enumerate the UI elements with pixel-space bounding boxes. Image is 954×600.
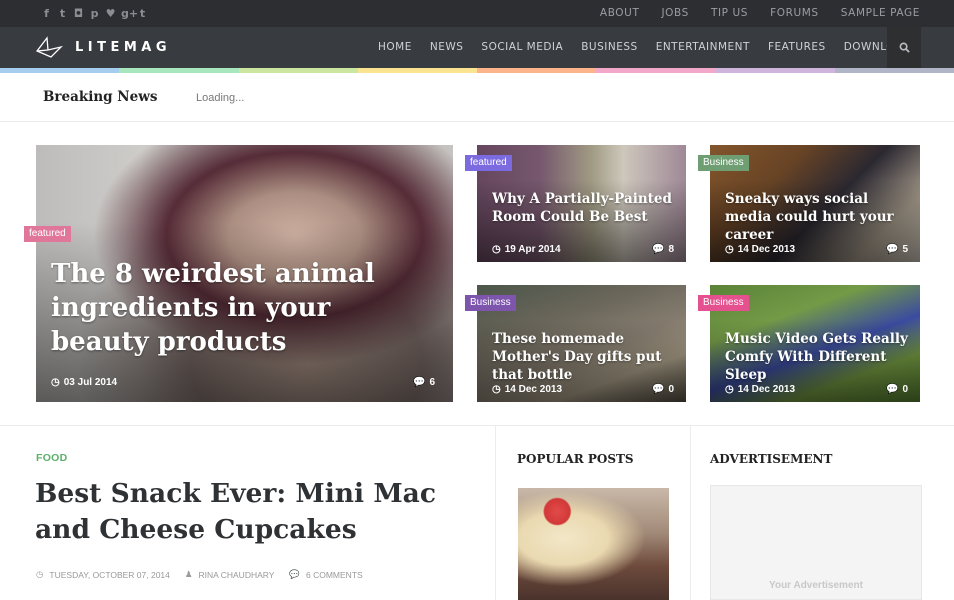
user-icon: ♟ [184, 569, 193, 579]
tile-title[interactable]: Music Video Gets Really Comfy With Diffe… [725, 330, 910, 384]
main-nav: HOME NEWS SOCIAL MEDIA BUSINESS ENTERTAI… [378, 41, 911, 53]
tile-comments[interactable]: 💬 6 [413, 377, 435, 388]
clock-icon: ◷ [725, 244, 734, 255]
comments-icon: 💬 [885, 384, 899, 395]
social-links: f t ◘ p ♥ g+ t [41, 7, 148, 20]
comments-icon: 💬 [651, 244, 665, 255]
breaking-news-bar: Breaking News Loading... [0, 73, 954, 122]
nav-item-business[interactable]: BUSINESS [581, 41, 637, 53]
featured-tile-main[interactable]: The 8 weirdest animal ingredients in you… [36, 145, 453, 402]
post-author-text: RINA CHAUDHARY [198, 569, 275, 580]
top-link-sample-page[interactable]: SAMPLE PAGE [841, 7, 920, 19]
tile-date-text: 14 Dec 2013 [737, 384, 796, 395]
top-bar: f t ◘ p ♥ g+ t ABOUT JOBS TIP US FORUMS … [0, 0, 954, 27]
tile-comments[interactable]: 💬 5 [886, 244, 908, 255]
tile-tag[interactable]: featured [465, 155, 512, 171]
tile-tag[interactable]: Business [698, 155, 749, 171]
post-title[interactable]: Best Snack Ever: Mini Mac and Cheese Cup… [35, 476, 475, 548]
nav-item-news[interactable]: NEWS [430, 41, 464, 53]
comments-icon: 💬 [289, 569, 301, 579]
top-link-about[interactable]: ABOUT [600, 7, 640, 19]
post-category[interactable]: FOOD [36, 452, 68, 464]
clock-icon: ◷ [492, 384, 501, 395]
tile-comments[interactable]: 💬 8 [652, 244, 674, 255]
twitter-icon[interactable]: t [57, 7, 68, 20]
comments-icon: 💬 [412, 377, 426, 388]
pinterest-icon[interactable]: p [89, 7, 100, 20]
popular-posts-title: POPULAR POSTS [517, 452, 634, 466]
advertisement-box[interactable]: Your Advertisement [710, 485, 922, 600]
tile-comments-count: 5 [902, 244, 908, 255]
top-link-tip-us[interactable]: TIP US [711, 7, 748, 19]
post-author[interactable]: ♟ RINA CHAUDHARY [185, 569, 275, 580]
tile-comments-count: 6 [429, 377, 435, 388]
advertisement-title: ADVERTISEMENT [710, 452, 833, 466]
tile-tag[interactable]: Business [465, 295, 516, 311]
clock-icon: ◷ [725, 384, 734, 395]
tile-title[interactable]: Sneaky ways social media could hurt your… [725, 190, 910, 244]
tile-comments[interactable]: 💬 0 [886, 384, 908, 395]
nav-item-home[interactable]: HOME [378, 41, 412, 53]
logo-text: LITEMAG [75, 39, 172, 55]
popular-post-image[interactable] [518, 488, 669, 600]
paper-plane-logo-icon [35, 36, 63, 58]
comments-icon: 💬 [651, 384, 665, 395]
nav-item-features[interactable]: FEATURES [768, 41, 826, 53]
tile-date-text: 14 Dec 2013 [737, 244, 796, 255]
tile-tag[interactable]: featured [24, 226, 71, 242]
column-divider [495, 425, 496, 600]
tile-date: ◷ 14 Dec 2013 [492, 384, 562, 395]
nav-item-social-media[interactable]: SOCIAL MEDIA [481, 41, 563, 53]
breaking-news-title: Breaking News [43, 89, 158, 105]
tile-date-text: 03 Jul 2014 [63, 377, 118, 388]
post-comments[interactable]: 💬 6 COMMENTS [289, 569, 362, 580]
tile-title[interactable]: Why A Partially-Painted Room Could Be Be… [492, 190, 677, 226]
tile-date-text: 14 Dec 2013 [504, 384, 563, 395]
tile-date: ◷ 19 Apr 2014 [492, 244, 561, 255]
facebook-icon[interactable]: f [41, 7, 52, 20]
post-meta: ◷ TUESDAY, OCTOBER 07, 2014 ♟ RINA CHAUD… [36, 569, 363, 580]
main-navbar: LITEMAG HOME NEWS SOCIAL MEDIA BUSINESS … [0, 27, 954, 68]
search-button[interactable] [887, 27, 921, 68]
google-plus-icon[interactable]: g+ [121, 7, 138, 20]
tile-comments[interactable]: 💬 0 [652, 384, 674, 395]
clock-icon: ◷ [492, 244, 501, 255]
tumblr-icon[interactable]: t [137, 7, 148, 20]
comments-icon: 💬 [885, 244, 899, 255]
tile-date: ◷ 14 Dec 2013 [725, 244, 795, 255]
clock-icon: ◷ [36, 569, 44, 579]
instagram-icon[interactable]: ◘ [73, 7, 84, 20]
tile-comments-count: 0 [668, 384, 674, 395]
advertisement-placeholder: Your Advertisement [769, 580, 863, 591]
search-icon [899, 42, 910, 53]
tile-date: ◷ 03 Jul 2014 [51, 377, 117, 388]
top-link-forums[interactable]: FORUMS [770, 7, 819, 19]
clock-icon: ◷ [51, 377, 60, 388]
tile-title[interactable]: These homemade Mother's Day gifts put th… [492, 330, 677, 384]
tile-tag[interactable]: Business [698, 295, 749, 311]
section-divider [0, 425, 954, 426]
post-date: ◷ TUESDAY, OCTOBER 07, 2014 [36, 569, 170, 580]
top-link-jobs[interactable]: JOBS [661, 7, 688, 19]
column-divider [690, 425, 691, 600]
tile-comments-count: 8 [668, 244, 674, 255]
site-logo[interactable]: LITEMAG [35, 36, 171, 58]
tile-date: ◷ 14 Dec 2013 [725, 384, 795, 395]
tile-comments-count: 0 [902, 384, 908, 395]
heart-icon[interactable]: ♥ [105, 7, 116, 20]
breaking-news-ticker[interactable]: Loading... [196, 92, 244, 104]
top-links: ABOUT JOBS TIP US FORUMS SAMPLE PAGE [600, 7, 920, 19]
nav-item-entertainment[interactable]: ENTERTAINMENT [656, 41, 750, 53]
tile-date-text: 19 Apr 2014 [504, 244, 561, 255]
tile-title[interactable]: The 8 weirdest animal ingredients in you… [51, 257, 431, 359]
post-date-text: TUESDAY, OCTOBER 07, 2014 [49, 569, 170, 580]
post-comments-text: 6 COMMENTS [306, 569, 363, 580]
